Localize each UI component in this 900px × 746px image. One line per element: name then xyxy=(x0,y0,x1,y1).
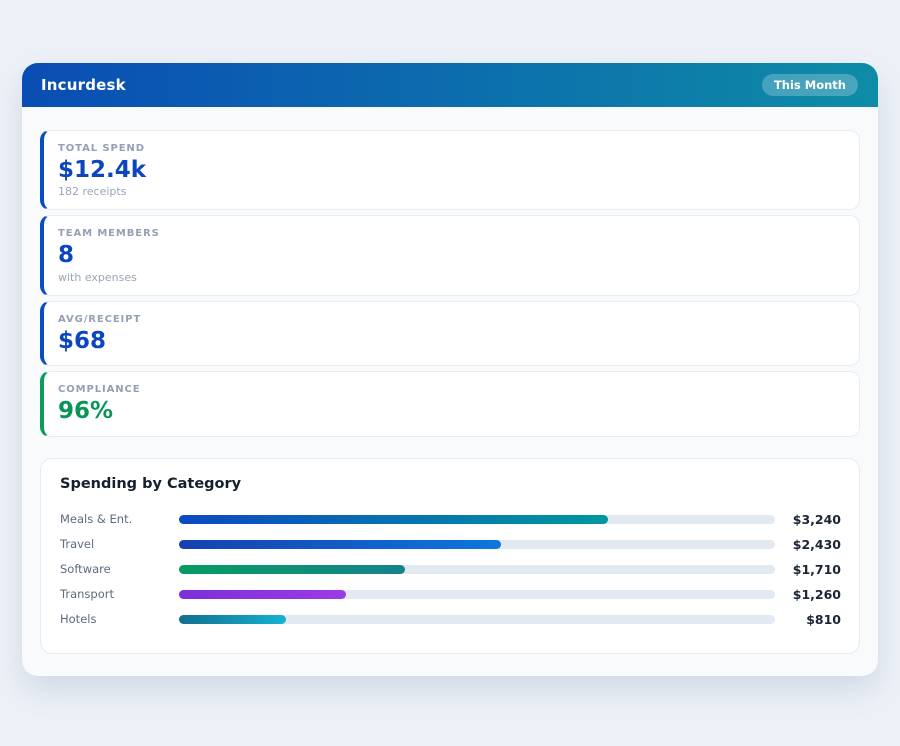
stat-card: TOTAL SPEND $12.4k 182 receipts xyxy=(40,130,860,210)
chart-row: Hotels $810 xyxy=(59,607,841,632)
chart-row: Meals & Ent. $3,240 xyxy=(59,507,841,532)
period-badge[interactable]: This Month xyxy=(762,74,858,96)
stat-label: COMPLIANCE xyxy=(58,384,843,395)
bar-fill xyxy=(179,565,405,574)
spending-chart-card: Spending by Category Meals & Ent. $3,240… xyxy=(40,458,860,654)
amount-label: $2,430 xyxy=(775,537,841,552)
chart-row: Transport $1,260 xyxy=(59,582,841,607)
stat-card: TEAM MEMBERS 8 with expenses xyxy=(40,215,860,295)
chart-rows: Meals & Ent. $3,240 Travel $2,430 Softwa… xyxy=(59,507,841,632)
bar-fill xyxy=(179,590,346,599)
bar-fill xyxy=(179,515,608,524)
stat-label: TOTAL SPEND xyxy=(58,143,843,154)
amount-label: $1,260 xyxy=(775,587,841,602)
stat-card: COMPLIANCE 96% xyxy=(40,371,860,436)
category-label: Meals & Ent. xyxy=(59,512,179,526)
amount-label: $810 xyxy=(775,612,841,627)
category-label: Transport xyxy=(59,587,179,601)
bar-track xyxy=(179,540,775,549)
bar-track xyxy=(179,565,775,574)
stat-value: $12.4k xyxy=(58,157,843,183)
stat-subtitle: with expenses xyxy=(58,271,843,284)
app-title: Incurdesk xyxy=(41,76,126,94)
stat-value: 8 xyxy=(58,242,843,268)
bar-fill xyxy=(179,615,286,624)
chart-row: Software $1,710 xyxy=(59,557,841,582)
amount-label: $3,240 xyxy=(775,512,841,527)
bar-track xyxy=(179,590,775,599)
stat-value: $68 xyxy=(58,328,843,354)
chart-row: Travel $2,430 xyxy=(59,532,841,557)
stat-value: 96% xyxy=(58,398,843,424)
stats-list: TOTAL SPEND $12.4k 182 receipts TEAM MEM… xyxy=(40,130,860,437)
category-label: Software xyxy=(59,562,179,576)
bar-track xyxy=(179,515,775,524)
category-label: Travel xyxy=(59,537,179,551)
stat-label: TEAM MEMBERS xyxy=(58,228,843,239)
app-header: Incurdesk This Month xyxy=(22,63,878,107)
category-label: Hotels xyxy=(59,612,179,626)
dashboard-panel: Incurdesk This Month TOTAL SPEND $12.4k … xyxy=(22,63,878,676)
stat-card: AVG/RECEIPT $68 xyxy=(40,301,860,366)
stat-subtitle: 182 receipts xyxy=(58,185,843,198)
stat-label: AVG/RECEIPT xyxy=(58,314,843,325)
amount-label: $1,710 xyxy=(775,562,841,577)
bar-fill xyxy=(179,540,501,549)
panel-content: TOTAL SPEND $12.4k 182 receipts TEAM MEM… xyxy=(22,107,878,676)
chart-title: Spending by Category xyxy=(60,476,841,492)
bar-track xyxy=(179,615,775,624)
